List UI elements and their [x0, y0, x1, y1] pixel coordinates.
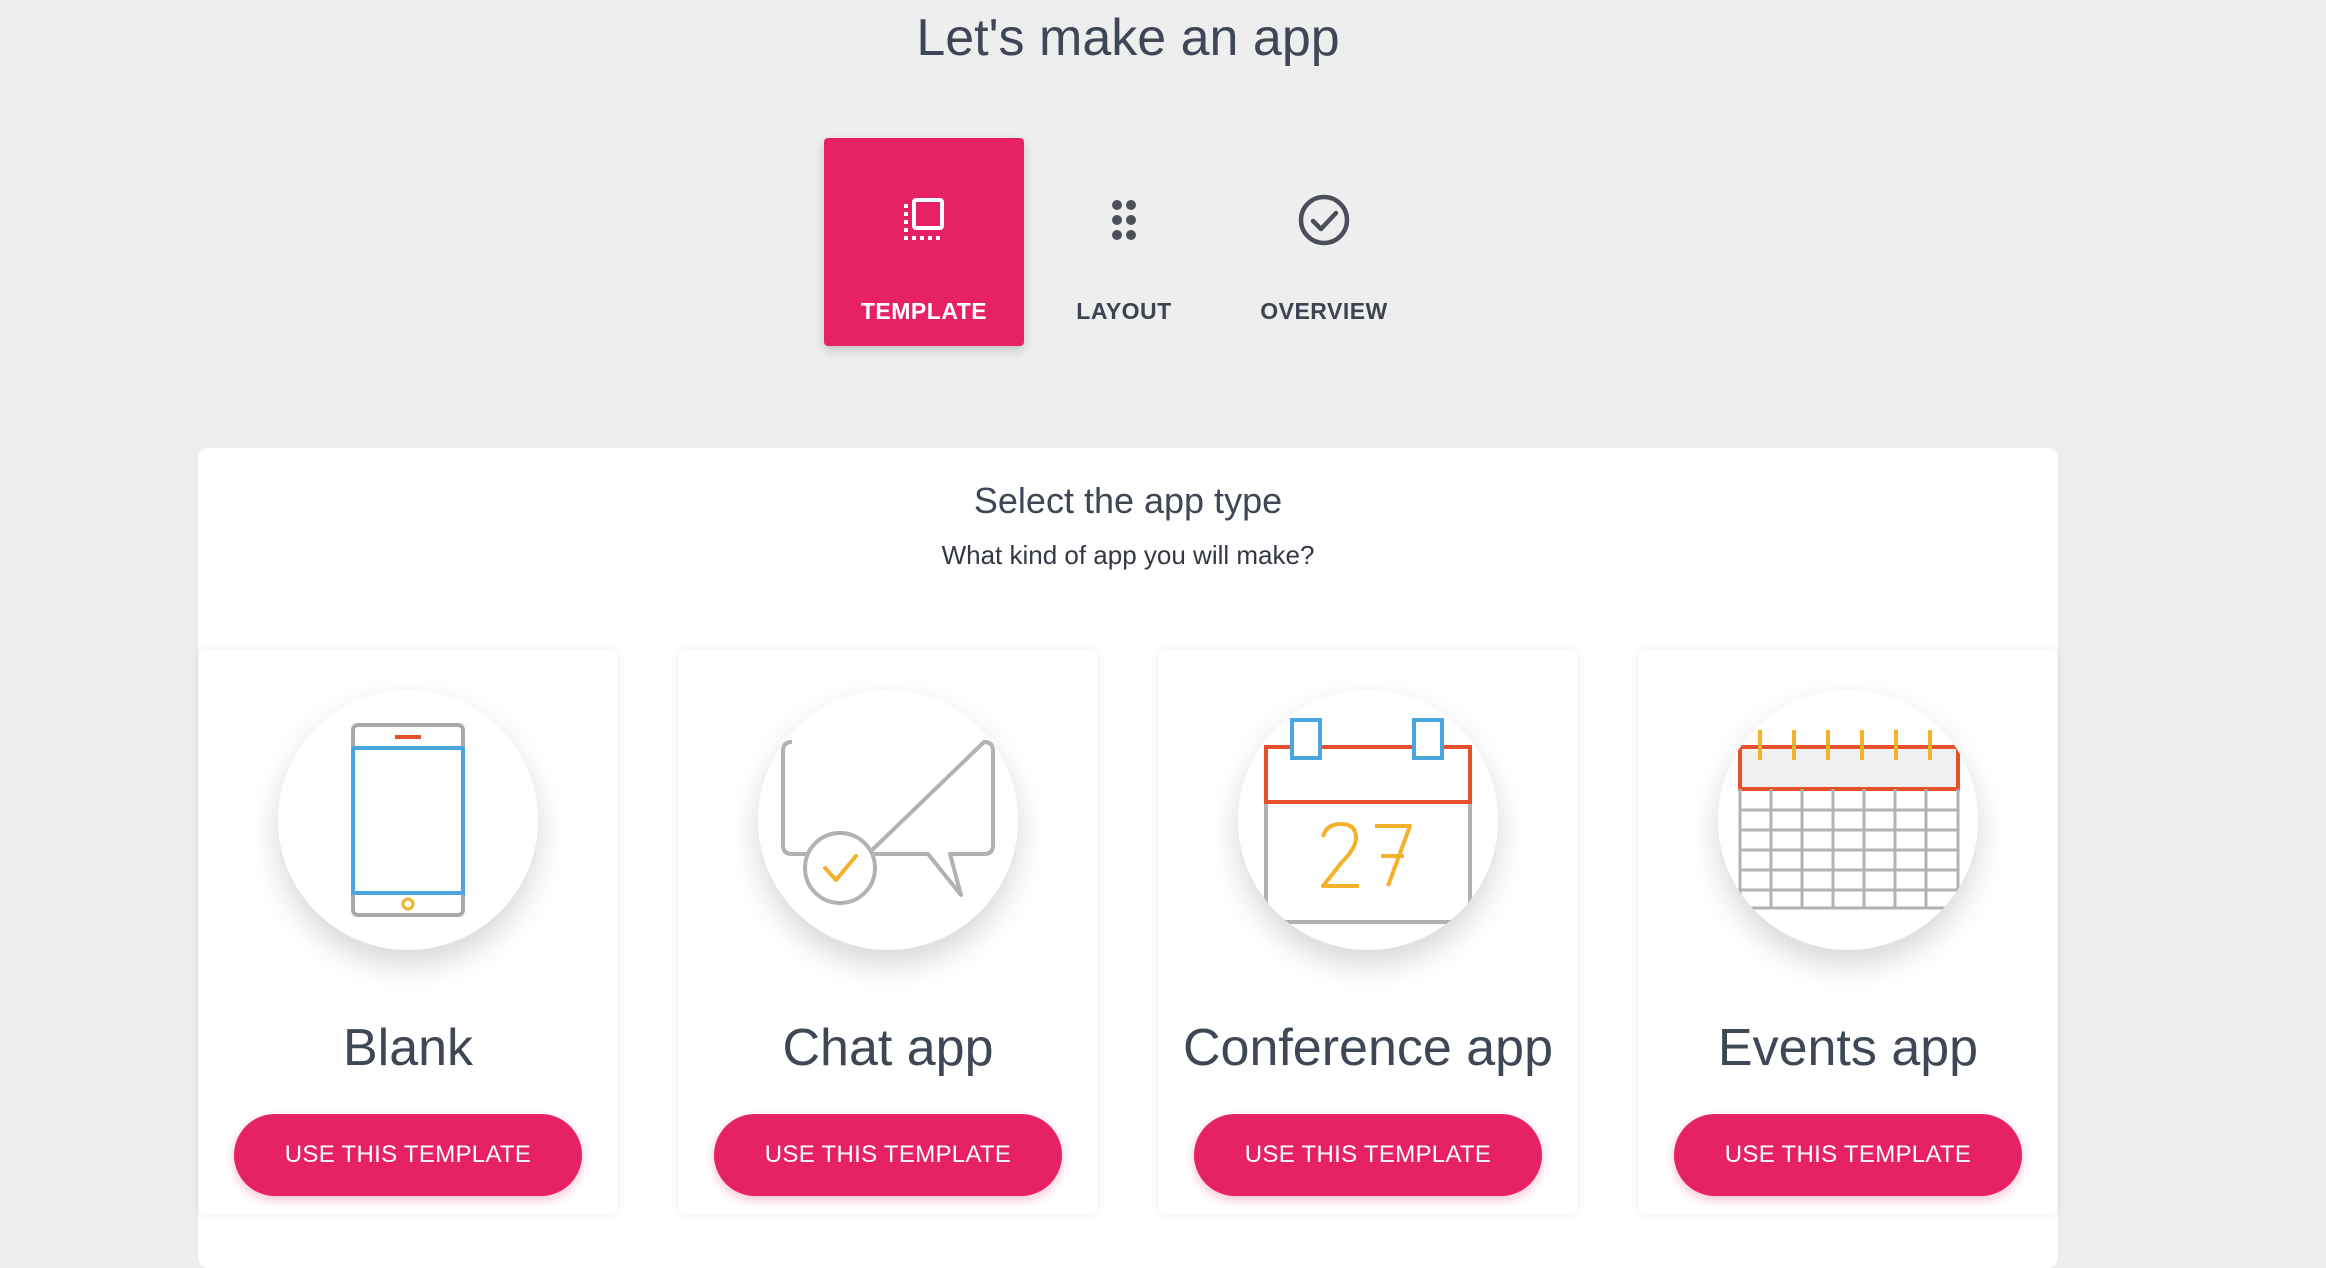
- panel-subtitle: What kind of app you will make?: [941, 540, 1315, 570]
- template-panel: Select the app type What kind of app you…: [198, 448, 2058, 1268]
- template-card-chat: Chat app USE THIS TEMPLATE: [678, 650, 1098, 1214]
- use-template-button[interactable]: USE THIS TEMPLATE: [1194, 1114, 1542, 1196]
- template-card-conference: Conference app USE THIS TEMPLATE: [1158, 650, 1578, 1214]
- template-card-blank: Blank USE THIS TEMPLATE: [198, 650, 618, 1214]
- use-template-button[interactable]: USE THIS TEMPLATE: [234, 1114, 582, 1196]
- calendar-grid-icon: [1738, 730, 1960, 910]
- page-title: Let's make an app: [916, 9, 1340, 67]
- step-overview[interactable]: OVERVIEW: [1224, 138, 1424, 346]
- step-label: LAYOUT: [1076, 298, 1172, 324]
- use-template-button[interactable]: USE THIS TEMPLATE: [1674, 1114, 2022, 1196]
- step-template[interactable]: TEMPLATE: [824, 138, 1024, 346]
- template-illustration: [278, 690, 538, 950]
- check-circle-icon: [1294, 190, 1354, 250]
- use-template-button[interactable]: USE THIS TEMPLATE: [714, 1114, 1062, 1196]
- template-name: Chat app: [782, 1019, 994, 1077]
- template-icon: [894, 190, 954, 250]
- panel-title: Select the app type: [973, 480, 1283, 521]
- template-illustration: [1238, 690, 1498, 950]
- wizard-steps: TEMPLATE LAYOUT OVERVIEW: [824, 138, 1424, 346]
- grid-dots-icon: [1094, 190, 1154, 250]
- template-name: Events app: [1717, 1019, 1979, 1077]
- step-label: OVERVIEW: [1260, 298, 1388, 324]
- template-card-events: Events app USE THIS TEMPLATE: [1638, 650, 2058, 1214]
- template-name: Blank: [342, 1019, 474, 1077]
- phone-icon: [351, 723, 465, 917]
- template-illustration: [1718, 690, 1978, 950]
- template-illustration: [758, 690, 1018, 950]
- step-layout[interactable]: LAYOUT: [1024, 138, 1224, 346]
- calendar-27-icon: [1264, 718, 1472, 924]
- chat-bubble-icon: [781, 740, 995, 905]
- template-name: Conference app: [1182, 1019, 1554, 1077]
- step-label: TEMPLATE: [860, 298, 988, 324]
